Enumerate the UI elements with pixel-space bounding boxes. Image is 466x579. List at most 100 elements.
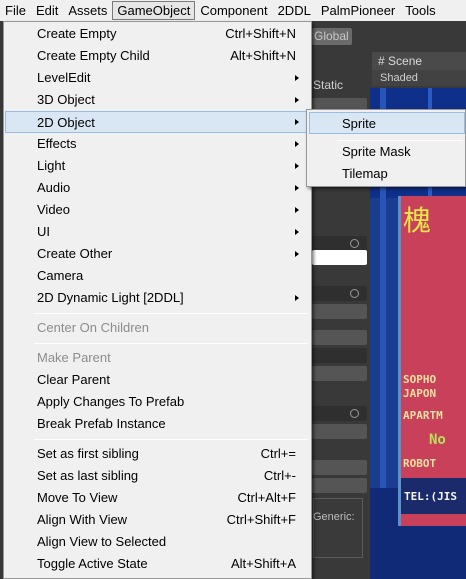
menu-item-audio[interactable]: Audio — [5, 177, 310, 199]
scene-neon-sign: 槐 SOPHO JAPON APARTM No ROBOT TEL:(JIS — [398, 196, 466, 526]
submenu-arrow-icon — [295, 141, 299, 147]
menu-item-set-last-sibling[interactable]: Set as last sibling Ctrl+- — [5, 465, 310, 487]
menu-gameobject[interactable]: GameObject — [112, 1, 196, 20]
menu-item-label: 3D Object — [37, 92, 95, 107]
menu-item-label: LevelEdit — [37, 70, 91, 85]
menu-item-label: Center On Children — [37, 320, 149, 335]
generic-panel — [313, 498, 363, 558]
submenu-item-sprite[interactable]: Sprite — [309, 112, 465, 134]
menu-item-3d-object[interactable]: 3D Object — [5, 89, 310, 111]
menu-assets[interactable]: Assets — [63, 1, 112, 20]
menu-item-label: Break Prefab Instance — [37, 416, 166, 431]
submenu-arrow-icon — [295, 251, 299, 257]
menu-item-create-empty[interactable]: Create Empty Ctrl+Shift+N — [5, 23, 310, 45]
submenu-item-tilemap[interactable]: Tilemap — [309, 163, 465, 185]
menu-item-apply-changes-to-prefab[interactable]: Apply Changes To Prefab — [5, 391, 310, 413]
submenu-arrow-icon — [295, 229, 299, 235]
menu-item-break-prefab-instance[interactable]: Break Prefab Instance — [5, 413, 310, 435]
submenu-arrow-icon — [295, 207, 299, 213]
shading-mode-dropdown[interactable]: Shaded — [372, 70, 466, 86]
inspector-field[interactable] — [312, 478, 367, 493]
menu-item-label: Video — [37, 202, 71, 217]
inspector-field[interactable] — [312, 424, 367, 439]
menu-item-label: Clear Parent — [37, 372, 110, 387]
menu-item-2d-dynamic-light[interactable]: 2D Dynamic Light [2DDL] — [5, 287, 310, 309]
menu-item-create-empty-child[interactable]: Create Empty Child Alt+Shift+N — [5, 45, 310, 67]
menu-edit[interactable]: Edit — [31, 1, 63, 20]
menu-item-label: Apply Changes To Prefab — [37, 394, 185, 409]
submenu-arrow-icon — [295, 119, 299, 125]
menu-tools[interactable]: Tools — [400, 1, 440, 20]
object-picker-icon[interactable] — [350, 289, 359, 298]
menu-item-shortcut: Ctrl+Shift+F — [226, 512, 296, 527]
menu-file[interactable]: File — [0, 1, 31, 20]
menu-item-set-first-sibling[interactable]: Set as first sibling Ctrl+= — [5, 443, 310, 465]
menu-item-light[interactable]: Light — [5, 155, 310, 177]
inspector-field[interactable] — [312, 366, 367, 381]
menu-item-effects[interactable]: Effects — [5, 133, 310, 155]
menu-item-center-on-children[interactable]: Center On Children — [5, 317, 310, 339]
inspector-field[interactable] — [312, 304, 367, 319]
menu-item-shortcut: Ctrl+Alt+F — [237, 490, 296, 505]
inspector-field[interactable] — [312, 330, 367, 345]
menu-item-label: Light — [37, 158, 66, 173]
inspector-field[interactable] — [312, 460, 367, 475]
menu-item-label: Create Empty Child — [37, 48, 150, 63]
menu-item-align-view-to-selected[interactable]: Align View to Selected — [5, 531, 310, 553]
submenu-arrow-icon — [295, 97, 299, 103]
2d-object-submenu: Sprite Sprite Mask Tilemap — [306, 109, 466, 187]
submenu-item-sprite-mask[interactable]: Sprite Mask — [309, 141, 465, 163]
sign-text-line: No — [429, 432, 446, 448]
sign-text-line: JAPON — [403, 387, 437, 400]
menu-item-shortcut: Ctrl+- — [263, 468, 296, 483]
sign-kanji: 槐 — [403, 204, 432, 237]
sign-phone-panel: TEL:(JIS — [401, 478, 466, 514]
submenu-item-label: Tilemap — [342, 166, 388, 181]
menu-item-align-with-view[interactable]: Align With View Ctrl+Shift+F — [5, 509, 310, 531]
menu-palmpioneer[interactable]: PalmPioneer — [316, 1, 400, 20]
submenu-arrow-icon — [295, 295, 299, 301]
object-picker-icon[interactable] — [350, 409, 359, 418]
menu-2ddl[interactable]: 2DDL — [273, 1, 316, 20]
menu-item-clear-parent[interactable]: Clear Parent — [5, 369, 310, 391]
menu-item-make-parent[interactable]: Make Parent — [5, 347, 310, 369]
inspector-field[interactable] — [312, 348, 367, 363]
submenu-arrow-icon — [295, 185, 299, 191]
menu-component[interactable]: Component — [195, 1, 272, 20]
tab-scene[interactable]: # Scene — [372, 52, 466, 70]
menu-item-label: Audio — [37, 180, 71, 195]
sign-phone-text: TEL:(JIS — [404, 490, 457, 503]
submenu-arrow-icon — [295, 75, 299, 81]
menu-item-label: Align With View — [37, 512, 128, 527]
menu-item-create-other[interactable]: Create Other — [5, 243, 310, 265]
menu-item-toggle-active-state[interactable]: Toggle Active State Alt+Shift+A — [5, 553, 310, 575]
menu-item-label: 2D Object — [37, 115, 95, 130]
color-field[interactable] — [312, 250, 367, 265]
gameobject-menu: Create Empty Ctrl+Shift+N Create Empty C… — [3, 21, 312, 579]
object-picker-icon[interactable] — [350, 239, 359, 248]
menu-separator — [34, 343, 308, 344]
submenu-arrow-icon — [295, 163, 299, 169]
menu-item-2d-object[interactable]: 2D Object — [5, 111, 310, 133]
menu-item-leveledit[interactable]: LevelEdit — [5, 67, 310, 89]
menu-separator — [34, 439, 308, 440]
scene-grid-icon: # — [378, 54, 385, 68]
menu-item-video[interactable]: Video — [5, 199, 310, 221]
submenu-item-label: Sprite Mask — [342, 144, 411, 159]
menu-item-shortcut: Ctrl+Shift+N — [225, 26, 296, 41]
menu-item-shortcut: Ctrl+= — [260, 446, 296, 461]
scene-tab-label: Scene — [388, 54, 423, 68]
sign-text-line: ROBOT — [403, 457, 437, 470]
menu-item-ui[interactable]: UI — [5, 221, 310, 243]
global-toggle-button[interactable]: Global — [312, 28, 352, 45]
generic-label: Generic: — [313, 511, 355, 523]
menu-item-camera[interactable]: Camera — [5, 265, 310, 287]
menu-item-label: Make Parent — [37, 350, 111, 365]
menu-item-label: Effects — [37, 136, 77, 151]
menu-item-label: Create Empty — [37, 26, 117, 41]
static-checkbox-label[interactable]: Static — [313, 78, 343, 92]
menu-item-label: Move To View — [37, 490, 118, 505]
menu-item-move-to-view[interactable]: Move To View Ctrl+Alt+F — [5, 487, 310, 509]
menu-item-label: 2D Dynamic Light [2DDL] — [37, 290, 184, 305]
sign-text-line: SOPHO — [403, 373, 437, 386]
